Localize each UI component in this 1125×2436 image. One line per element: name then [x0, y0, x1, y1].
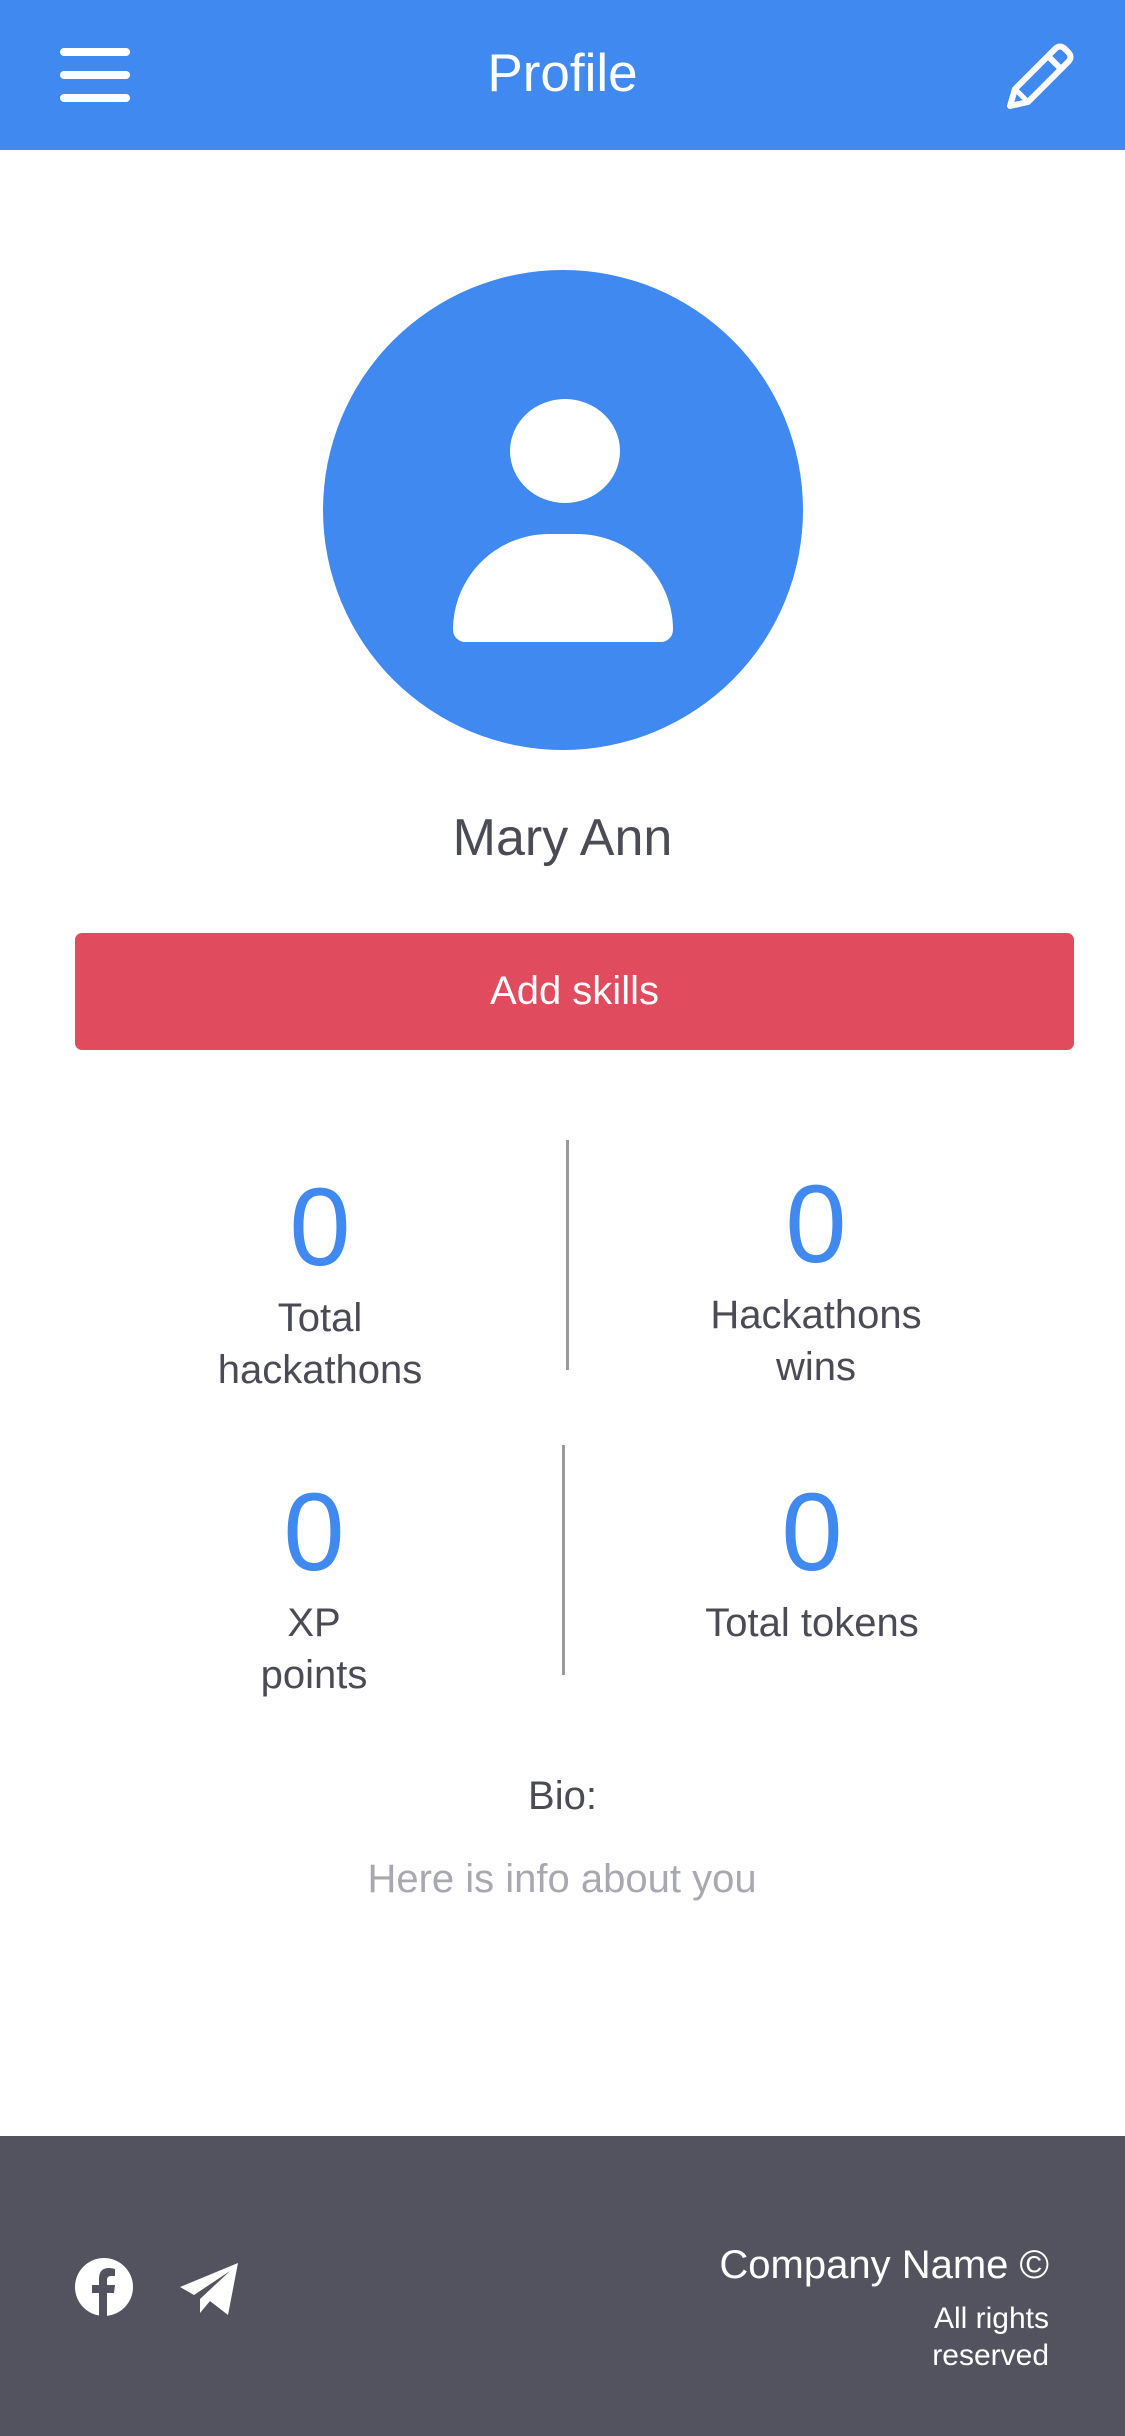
- stat-label: XP points: [260, 1601, 368, 1697]
- profile-page: Profile Mary Ann Add skills 0 Total hack…: [0, 0, 1125, 2436]
- user-name: Mary Ann: [452, 809, 673, 867]
- stat-label: Total hackathons: [217, 1296, 423, 1392]
- user-avatar-icon: [323, 270, 803, 750]
- facebook-icon[interactable]: [74, 2257, 134, 2317]
- stat-value: 0: [781, 1471, 843, 1594]
- add-skills-button[interactable]: Add skills: [75, 933, 1074, 1050]
- stat-total-tokens: 0 Total tokens: [602, 1473, 1022, 1649]
- company-name: Company Name ©: [719, 2243, 1049, 2287]
- stat-label: Hackathons wins: [710, 1293, 922, 1389]
- stat-divider: [562, 1445, 565, 1675]
- stat-xp-points: 0 XP points: [104, 1473, 524, 1701]
- telegram-icon[interactable]: [178, 2261, 240, 2317]
- stat-label: Total tokens: [705, 1601, 919, 1645]
- pencil-icon[interactable]: [1000, 36, 1080, 116]
- stat-divider: [566, 1140, 569, 1370]
- stat-hackathon-wins: 0 Hackathons wins: [606, 1165, 1026, 1393]
- bio-text: Here is info about you: [367, 1857, 757, 1901]
- rights-text: All rights reserved: [932, 2302, 1049, 2372]
- stat-value: 0: [289, 1166, 351, 1289]
- stat-value: 0: [283, 1471, 345, 1594]
- stat-total-hackathons: 0 Total hackathons: [110, 1168, 530, 1396]
- page-title: Profile: [487, 44, 638, 103]
- bio-label: Bio:: [528, 1774, 597, 1818]
- stat-value: 0: [785, 1163, 847, 1286]
- top-app-bar: Profile: [0, 0, 1125, 150]
